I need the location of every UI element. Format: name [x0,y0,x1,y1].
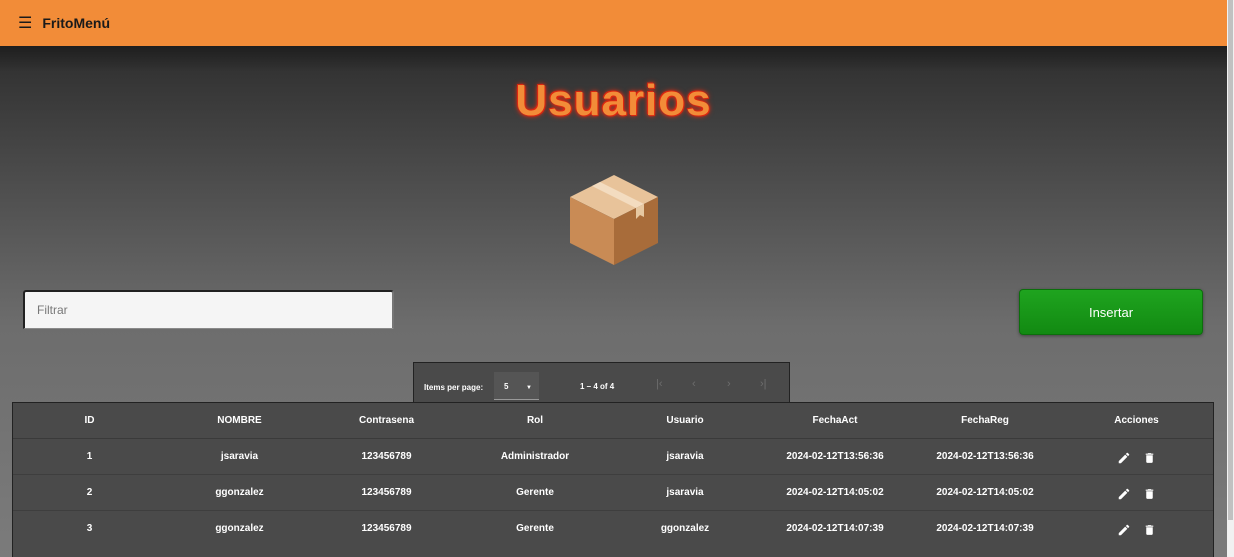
insert-button[interactable]: Insertar [1019,289,1203,335]
users-table: ID NOMBRE Contrasena Rol Usuario FechaAc… [12,402,1214,557]
column-header-id[interactable]: ID [13,403,166,438]
cell-nombre: jsaravia [166,437,313,474]
delete-trash-icon[interactable] [1143,451,1156,468]
cell-rol: Gerente [460,509,610,546]
hamburger-menu-icon[interactable]: ☰ [18,13,32,33]
column-header-nombre[interactable]: NOMBRE [166,403,313,438]
column-header-acciones: Acciones [1114,414,1159,426]
delete-trash-icon[interactable] [1143,487,1156,504]
cell-usuario: ggonzalez [610,509,760,546]
cell-rol: Administrador [460,437,610,474]
cell-id: 1 [13,437,166,474]
scrollbar-thumb[interactable] [1228,0,1233,520]
cell-usuario: jsaravia [610,473,760,510]
cell-fechaact: 2024-02-12T14:07:39 [760,509,910,546]
last-page-icon[interactable]: ›| [760,378,767,390]
cell-rol: Gerente [460,473,610,510]
cell-fechareg: 2024-02-12T13:56:36 [910,437,1060,474]
column-header-rol[interactable]: Rol [460,403,610,438]
paginator-range-label: 1 – 4 of 4 [580,382,615,391]
app-title: FritoMenú [42,15,110,31]
cell-contrasena: 123456789 [313,437,460,474]
cell-nombre: ggonzalez [166,509,313,546]
main-content: Usuarios Insertar Items per page: 5 ▼ 1 … [0,46,1227,557]
chevron-down-icon: ▼ [526,385,532,391]
items-per-page-select[interactable]: 5 ▼ [494,372,539,400]
package-box-icon [570,175,658,265]
column-header-fechaact[interactable]: FechaAct [760,403,910,438]
cell-actions [1060,437,1213,474]
cell-id: 3 [13,509,166,546]
cell-contrasena: 123456789 [313,509,460,546]
cell-fechareg: 2024-02-12T14:07:39 [910,509,1060,546]
table-row: 2 ggonzalez 123456789 Gerente jsaravia 2… [13,473,1213,510]
column-header-contrasena[interactable]: Contrasena [313,403,460,438]
cell-usuario: jsaravia [610,437,760,474]
items-per-page-value: 5 [504,382,509,391]
table-row: 1 jsaravia 123456789 Administrador jsara… [13,437,1213,474]
table-row: 3 ggonzalez 123456789 Gerente ggonzalez … [13,509,1213,546]
next-page-icon[interactable]: › [727,378,731,390]
cell-fechaact: 2024-02-12T13:56:36 [760,437,910,474]
cell-actions [1060,473,1213,510]
cell-fechareg: 2024-02-12T14:05:02 [910,473,1060,510]
edit-pencil-icon[interactable] [1117,523,1131,540]
edit-pencil-icon[interactable] [1117,487,1131,504]
cell-nombre: ggonzalez [166,473,313,510]
cell-contrasena: 123456789 [313,473,460,510]
first-page-icon[interactable]: |‹ [656,378,663,390]
cell-id: 2 [13,473,166,510]
delete-trash-icon[interactable] [1143,523,1156,540]
edit-pencil-icon[interactable] [1117,451,1131,468]
table-header-row: ID NOMBRE Contrasena Rol Usuario FechaAc… [13,403,1213,438]
previous-page-icon[interactable]: ‹ [692,378,696,390]
filter-input[interactable] [23,290,394,329]
items-per-page-label: Items per page: [424,383,484,392]
vertical-scrollbar[interactable] [1227,0,1234,557]
top-app-bar: ☰ FritoMenú [0,0,1227,46]
column-header-fechareg[interactable]: FechaReg [910,403,1060,438]
cell-fechaact: 2024-02-12T14:05:02 [760,473,910,510]
cell-actions [1060,509,1213,546]
page-title: Usuarios [515,76,712,125]
column-header-usuario[interactable]: Usuario [610,403,760,438]
